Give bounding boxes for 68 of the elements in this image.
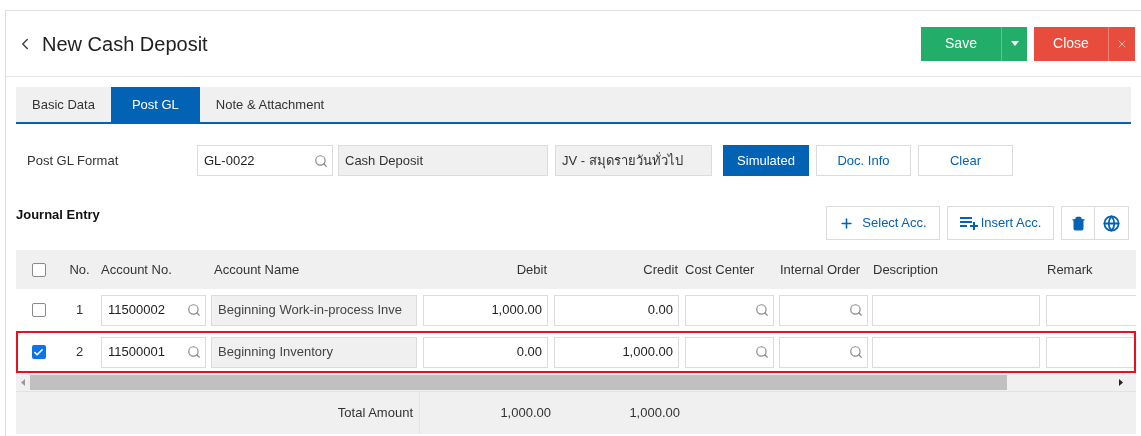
action-button[interactable]: Doc. Info <box>816 145 911 176</box>
scroll-left-icon[interactable] <box>21 378 25 386</box>
tab[interactable]: Post GL <box>110 87 200 122</box>
account-name-field: Beginning Inventory <box>211 336 417 368</box>
search-icon <box>314 153 328 168</box>
column-header: Account No. <box>100 260 173 279</box>
total-debit: 1,000.00 <box>499 404 551 423</box>
column-header: Internal Order <box>779 260 862 279</box>
column-header: Credit <box>642 260 679 279</box>
format-code-field[interactable]: GL-0022 <box>197 145 333 176</box>
account-name-field: Beginning Work-in-process Inve <box>211 294 417 326</box>
search-icon <box>187 345 201 359</box>
row-number: 2 <box>74 343 85 362</box>
list-add-icon <box>959 216 980 230</box>
format-name-field: Cash Deposit <box>338 145 548 176</box>
total-credit: 1,000.00 <box>628 404 681 423</box>
caret-icon <box>1010 41 1019 46</box>
description-field[interactable] <box>872 294 1040 326</box>
search-icon <box>187 303 201 317</box>
internal-order-field[interactable] <box>779 336 868 368</box>
debit-field[interactable]: 0.00 <box>423 336 548 368</box>
search-icon <box>849 345 863 359</box>
search-icon <box>755 303 769 317</box>
journal-type-field: JV - สมุดรายวันทั่วไป <box>555 145 712 176</box>
close-x-button[interactable] <box>1108 26 1135 61</box>
horizontal-scrollbar[interactable] <box>16 373 1136 391</box>
delete-button[interactable] <box>1061 206 1095 240</box>
tab[interactable]: Basic Data <box>16 87 111 122</box>
page-title: New Cash Deposit <box>42 31 208 57</box>
remark-field[interactable] <box>1046 336 1136 368</box>
description-field[interactable] <box>872 336 1040 368</box>
save-dropdown-button[interactable] <box>1001 26 1027 61</box>
scrollbar-thumb[interactable] <box>30 374 1007 390</box>
globe-button[interactable] <box>1095 206 1129 240</box>
section-title: Journal Entry <box>16 205 100 224</box>
cost-center-field[interactable] <box>685 336 774 368</box>
credit-field[interactable]: 0.00 <box>554 294 679 326</box>
search-icon <box>849 303 863 317</box>
debit-field[interactable]: 1,000.00 <box>423 294 548 326</box>
row-number: 1 <box>74 301 85 320</box>
column-header: No. <box>68 260 91 279</box>
field-label: Post GL Format <box>26 151 120 170</box>
globe-icon <box>1103 214 1120 232</box>
scroll-right-icon[interactable] <box>1119 378 1123 386</box>
cost-center-field[interactable] <box>685 294 774 326</box>
account-number-field[interactable]: 11500002 <box>101 294 206 326</box>
close-button[interactable]: Close <box>1034 26 1108 61</box>
total-label: Total Amount <box>337 404 413 423</box>
trash-icon <box>1070 215 1086 231</box>
remark-field[interactable] <box>1046 294 1136 326</box>
action-button[interactable]: Simulated <box>723 145 809 176</box>
search-icon <box>755 345 769 359</box>
insert-account-button[interactable]: Insert Acc. <box>947 206 1054 240</box>
plus-icon <box>839 215 855 231</box>
tab[interactable]: Note & Attachment <box>199 87 341 122</box>
column-header: Cost Center <box>684 260 756 279</box>
action-button[interactable]: Clear <box>918 145 1013 176</box>
column-header: Account Name <box>213 260 301 279</box>
account-number-field[interactable]: 11500001 <box>101 336 206 368</box>
column-header: Debit <box>515 260 548 279</box>
credit-field[interactable]: 1,000.00 <box>554 336 679 368</box>
checkbox[interactable] <box>31 303 46 317</box>
column-header: Description <box>872 260 940 279</box>
checkbox[interactable] <box>31 262 46 277</box>
column-header: Remark <box>1046 260 1094 279</box>
internal-order-field[interactable] <box>779 294 868 326</box>
checkbox[interactable] <box>31 345 46 359</box>
select-account-button[interactable]: Select Acc. <box>826 206 940 240</box>
